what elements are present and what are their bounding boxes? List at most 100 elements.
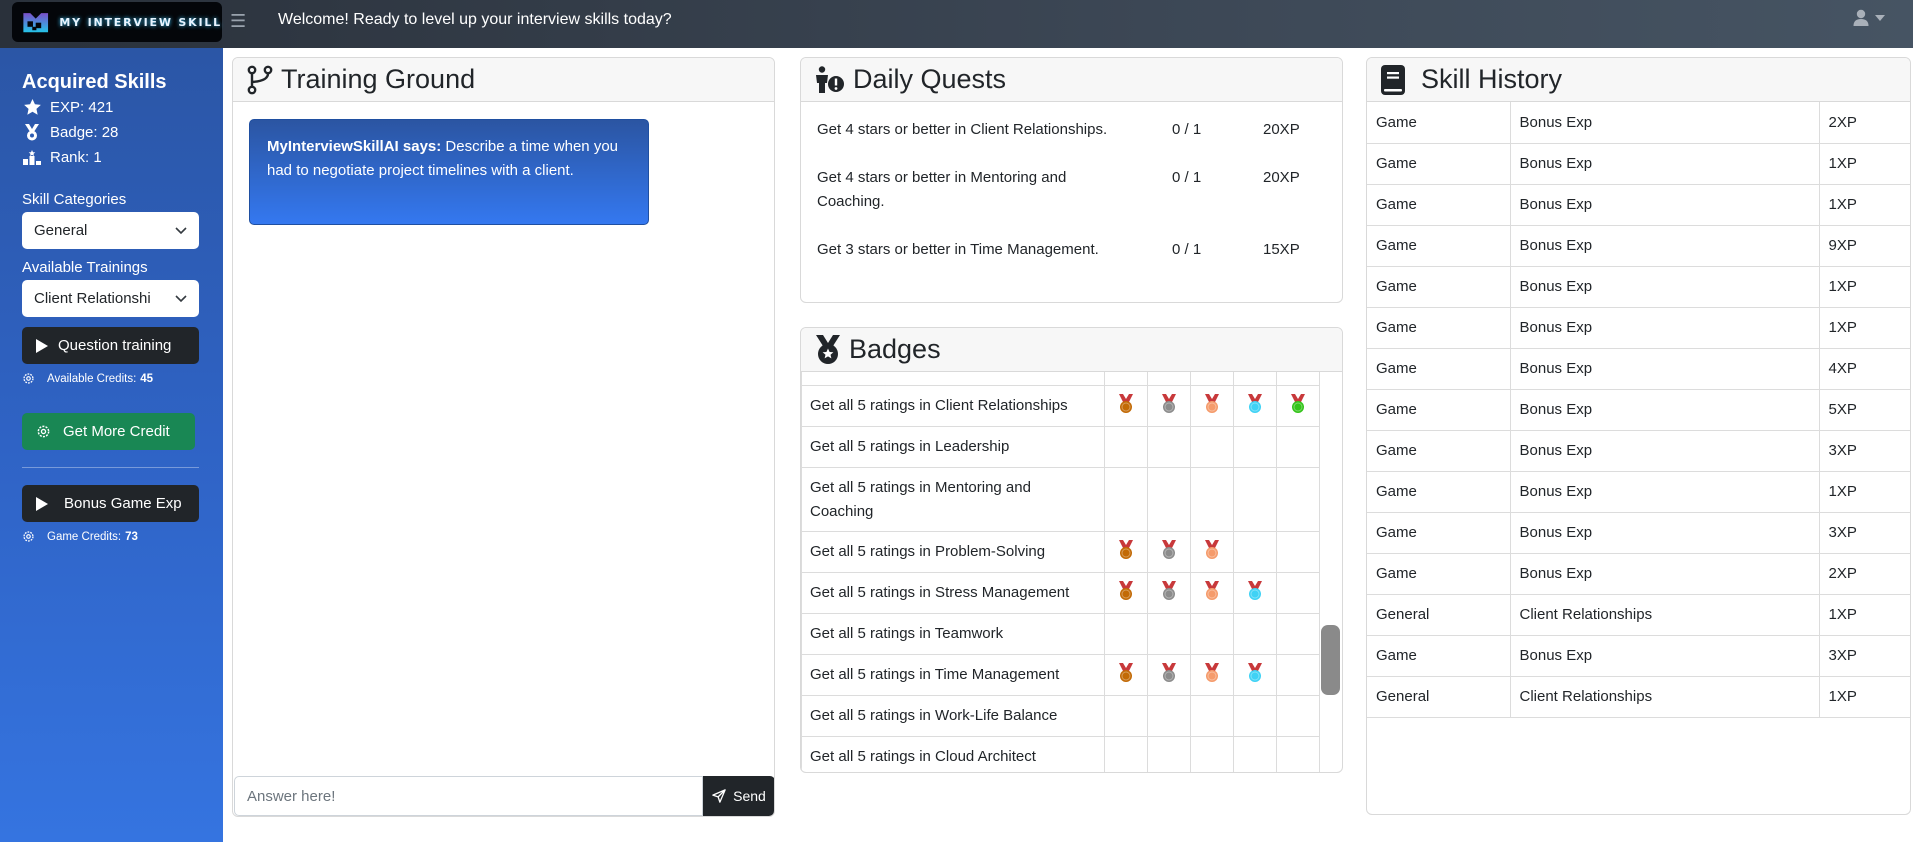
badge-medal-cell (1233, 385, 1277, 427)
history-skill: Bonus Exp (1509, 265, 1820, 308)
badge-cell (1233, 372, 1277, 386)
history-skill: Bonus Exp (1509, 429, 1820, 472)
badge-stat: Badge: 28 (22, 120, 201, 144)
ai-question-bubble: MyInterviewSkillAI says: Describe a time… (249, 119, 649, 225)
history-xp: 2XP (1818, 102, 1910, 144)
history-xp: 1XP (1818, 306, 1910, 349)
history-category: Game (1367, 224, 1511, 267)
badge-name: Get all 5 ratings in Problem-Solving (801, 531, 1105, 573)
badge-name: Get all 5 ratings in Cloud Architect (801, 736, 1105, 772)
get-more-credit-button[interactable]: Get More Credit (22, 413, 195, 450)
badge-medal-cell (1104, 736, 1148, 772)
skill-history-table: Game Bonus Exp 2XP Game Bonus Exp 1XP Game Bonu… (1367, 102, 1910, 718)
exp-stat: EXP: 421 (22, 95, 201, 119)
send-button[interactable]: Send (703, 776, 774, 816)
badges-scroll-area[interactable]: Get all 5 ratings in Client Relationship… (801, 372, 1342, 772)
badge-medal-cell (1276, 736, 1320, 772)
quest-text: Get 3 stars or better in Time Management… (817, 241, 1099, 258)
medal-icon (1248, 394, 1262, 413)
answer-form: Answer here! Send (234, 776, 774, 816)
badge-medal-cell (1276, 426, 1320, 468)
history-skill: Client Relationships (1509, 675, 1820, 718)
badge-medal-cell (1190, 654, 1234, 696)
hamburger-icon[interactable]: ☰ (230, 11, 246, 32)
available-credits-value: 45 (140, 372, 154, 385)
send-label: Send (733, 788, 766, 804)
available-credits: Available Credits: 45 (22, 372, 201, 385)
badge-medal-cell (1190, 385, 1234, 427)
history-skill: Bonus Exp (1509, 183, 1820, 226)
badge-medal-cell (1233, 572, 1277, 614)
badges-title: Badges (849, 334, 941, 364)
history-xp: 1XP (1818, 593, 1910, 636)
daily-quests-card: Daily Quests Get 4 stars or better in Cl… (800, 57, 1343, 303)
skill-categories-label: Skill Categories (22, 191, 127, 208)
badge-medal-cell (1233, 467, 1277, 532)
skill-category-select[interactable]: General (22, 212, 199, 249)
exp-value: EXP: 421 (50, 98, 114, 116)
history-category: Game (1367, 429, 1511, 472)
history-row: Game Bonus Exp 9XP (1367, 224, 1910, 267)
badge-row: Get all 5 ratings in Teamwork (801, 613, 1320, 655)
history-row: Game Bonus Exp 1XP (1367, 306, 1910, 349)
badge-medal-cell (1190, 426, 1234, 468)
training-value: Client Relationshi (34, 290, 151, 307)
question-training-button[interactable]: Question training (22, 327, 199, 364)
history-skill: Client Relationships (1509, 593, 1820, 636)
badge-medal-cell (1147, 736, 1191, 772)
answer-placeholder: Answer here! (247, 787, 336, 805)
badge-medal-cell (1233, 695, 1277, 737)
history-row: Game Bonus Exp 3XP (1367, 634, 1910, 677)
history-row: Game Bonus Exp 1XP (1367, 183, 1910, 226)
badge-medal-cell (1147, 572, 1191, 614)
quest-progress: 0 / 1 (1172, 169, 1202, 186)
badge-row: Get all 5 ratings in Mentoring and Coach… (801, 467, 1320, 532)
daily-quests-title: Daily Quests (853, 64, 1007, 94)
history-category: Game (1367, 634, 1511, 677)
training-select[interactable]: Client Relationshi (22, 280, 199, 317)
badge-cell (1104, 372, 1148, 386)
welcome-message: Welcome! Ready to level up your intervie… (278, 11, 672, 28)
history-xp: 9XP (1818, 224, 1910, 267)
medal-icon (1205, 540, 1219, 559)
gear-icon (37, 425, 50, 438)
badges-scrollbar[interactable] (1320, 372, 1342, 772)
badges-scrollbar-thumb[interactable] (1321, 625, 1340, 695)
person-alert-icon (815, 65, 845, 94)
badge-medal-cell (1233, 654, 1277, 696)
gear-icon (23, 531, 34, 542)
history-xp: 1XP (1818, 183, 1910, 226)
badge-cell (1147, 372, 1191, 386)
answer-input[interactable]: Answer here! (234, 776, 703, 816)
badge-cell (1276, 372, 1320, 386)
badge-medal-cell (1276, 572, 1320, 614)
badge-medal-cell (1104, 385, 1148, 427)
ai-speaker: MyInterviewSkillAI says: (267, 138, 442, 155)
history-skill: Bonus Exp (1509, 306, 1820, 349)
history-skill: Bonus Exp (1509, 634, 1820, 677)
skill-history-header: Skill History (1367, 58, 1910, 102)
badge-medal-cell (1233, 531, 1277, 573)
badge-row: Get all 5 ratings in Client Relationship… (801, 385, 1320, 427)
rank-value: Rank: 1 (50, 148, 102, 166)
daily-quests-header: Daily Quests (801, 58, 1342, 102)
badge-medal-cell (1276, 654, 1320, 696)
history-skill: Bonus Exp (1509, 102, 1820, 144)
history-category: Game (1367, 306, 1511, 349)
badge-medal-cell (1147, 385, 1191, 427)
bonus-game-exp-button[interactable]: Bonus Game Exp (22, 485, 199, 522)
badge-medal-cell (1104, 426, 1148, 468)
user-menu-dropdown[interactable] (1853, 9, 1885, 27)
badge-medal-cell (1233, 613, 1277, 655)
badge-medal-cell (1190, 613, 1234, 655)
history-xp: 1XP (1818, 142, 1910, 185)
history-xp: 3XP (1818, 429, 1910, 472)
history-xp: 1XP (1818, 265, 1910, 308)
logo-text: MY INTERVIEW SKILL (59, 15, 222, 29)
app-logo[interactable]: MY INTERVIEW SKILL (12, 2, 222, 42)
training-ground-card: Training Ground MyInterviewSkillAI says:… (232, 57, 775, 817)
badges-card: Badges Get all 5 ratings in Client Relat… (800, 327, 1343, 773)
skill-history-card: Skill History Game Bonus Exp 2XP Game Bonus … (1366, 57, 1911, 815)
available-trainings-label: Available Trainings (22, 259, 148, 276)
badge-medal-cell (1190, 467, 1234, 532)
